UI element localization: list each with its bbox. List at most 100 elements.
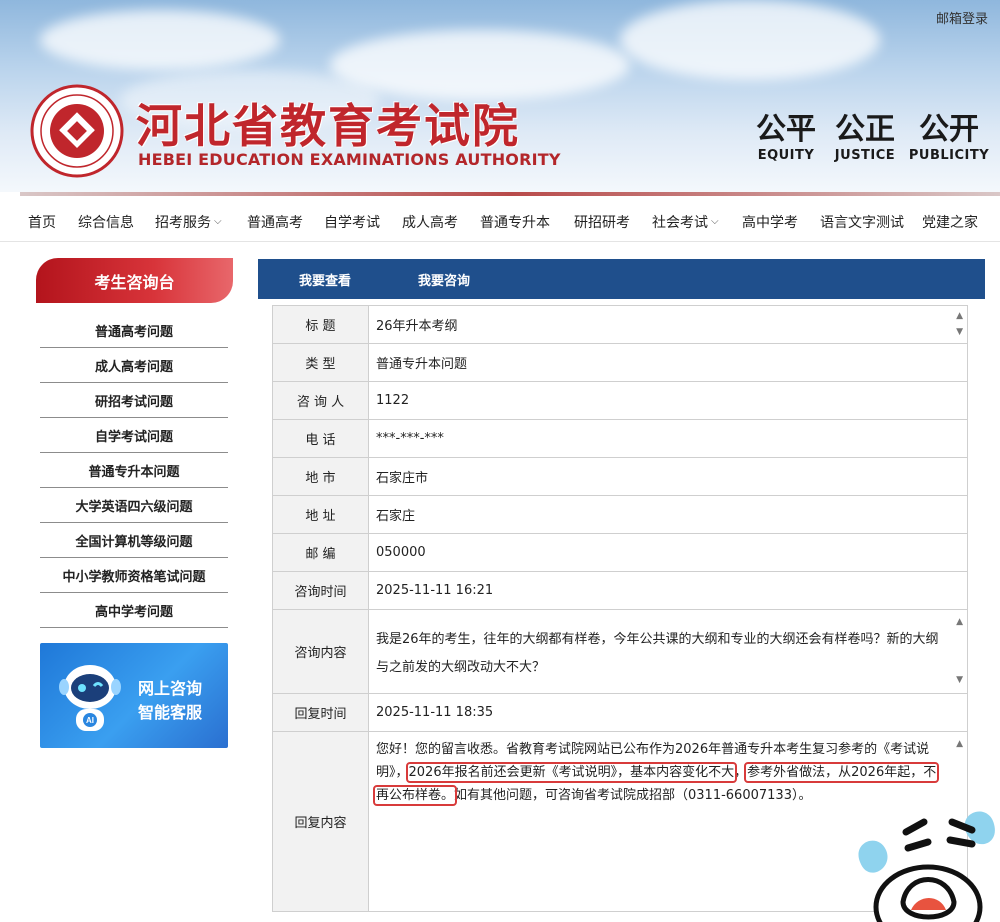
cloud-decoration	[620, 0, 880, 80]
label-inquirer: 咨 询 人	[272, 381, 369, 420]
label-reply-content: 回复内容	[272, 731, 369, 912]
value-inquiry-time: 2025-11-11 16:21	[368, 571, 968, 610]
consult-tab-bar: 我要查看 我要咨询	[258, 259, 985, 299]
crying-face-sticker-icon	[858, 811, 995, 922]
scroll-down-icon[interactable]: ▼	[956, 328, 963, 337]
site-header: 邮箱登录 河北省教育考试院 HEBEI EDUCATION EXAMINATIO…	[0, 0, 1000, 192]
motto-en: EQUITY	[757, 148, 815, 163]
robot-badge-text: AI	[86, 716, 94, 725]
row-phone: 电 话 ***-***-***	[272, 419, 968, 458]
motto-cn: 公平	[756, 112, 816, 147]
row-inquirer: 咨 询 人 1122	[272, 381, 968, 420]
robot-icon: AI	[59, 665, 121, 731]
sidebar-item-gaokao[interactable]: 普通高考问题	[40, 313, 228, 348]
title-text: 26年升本考纲	[376, 319, 458, 334]
row-type: 类 型 普通专升本问题	[272, 343, 968, 382]
sidebar-title: 考生咨询台	[36, 258, 233, 303]
label-inquiry-content: 咨询内容	[272, 609, 369, 694]
nav-item-social-exam[interactable]: 社会考试 ⌵	[652, 212, 719, 232]
chevron-down-icon: ⌵	[711, 216, 719, 227]
value-postcode: 050000	[368, 533, 968, 572]
scroll-down-icon[interactable]: ▼	[956, 676, 963, 685]
sidebar-item-cet[interactable]: 大学英语四六级问题	[40, 488, 228, 523]
nav-item-home[interactable]: 首页	[28, 212, 56, 232]
nav-label: 自学考试	[324, 214, 380, 231]
nav-item-party-building[interactable]: 党建之家	[922, 212, 978, 232]
reply-separator: ，	[734, 765, 748, 780]
sidebar-item-high-school-exam[interactable]: 高中学考问题	[40, 593, 228, 628]
motto-en: PUBLICITY	[908, 148, 990, 163]
motto-publicity: 公开 PUBLICITY	[908, 112, 990, 163]
authority-logo-icon	[30, 84, 124, 178]
value-title: 26年升本考纲 ▲ ▼	[368, 305, 968, 344]
row-inquiry-content: 咨询内容 我是26年的考生，往年的大纲都有样卷，今年公共课的大纲和专业的大纲还会…	[272, 609, 968, 694]
scroll-up-icon[interactable]: ▲	[956, 740, 963, 749]
nav-item-general-info[interactable]: 综合信息	[78, 212, 134, 232]
scroll-up-icon[interactable]: ▲	[956, 618, 963, 627]
value-type: 普通专升本问题	[368, 343, 968, 382]
row-inquiry-time: 咨询时间 2025-11-11 16:21	[272, 571, 968, 610]
value-inquiry-content: 我是26年的考生，往年的大纲都有样卷，今年公共课的大纲和专业的大纲还会有样卷吗？…	[368, 609, 968, 694]
nav-item-upgrade-bachelor[interactable]: 普通专升本	[480, 212, 550, 232]
main-nav: 首页 综合信息 招考服务 ⌵ 普通高考 自学考试 成人高考 普通专升本 研招研考 …	[0, 202, 1000, 242]
nav-item-self-study[interactable]: 自学考试	[324, 212, 380, 232]
label-postcode: 邮 编	[272, 533, 369, 572]
site-name-english: HEBEI EDUCATION EXAMINATIONS AUTHORITY	[138, 150, 561, 169]
banner-title: 网上咨询	[138, 679, 203, 698]
value-address: 石家庄	[368, 495, 968, 534]
value-city: 石家庄市	[368, 457, 968, 496]
nav-label: 语言文字测试	[820, 214, 904, 231]
nav-item-admission-services[interactable]: 招考服务 ⌵	[155, 212, 222, 232]
label-phone: 电 话	[272, 419, 369, 458]
label-type: 类 型	[272, 343, 369, 382]
online-consult-banner[interactable]: AI 网上咨询 智能客服	[40, 643, 228, 748]
nav-label: 招考服务	[155, 214, 211, 231]
sidebar-item-graduate-exam[interactable]: 研招考试问题	[40, 383, 228, 418]
label-address: 地 址	[272, 495, 369, 534]
tab-view-inquiries[interactable]: 我要查看	[299, 270, 351, 289]
nav-label: 党建之家	[922, 214, 978, 231]
mailbox-login-link[interactable]: 邮箱登录	[936, 8, 988, 27]
label-reply-time: 回复时间	[272, 693, 369, 732]
motto-cn: 公开	[919, 112, 979, 147]
sidebar-item-ncre[interactable]: 全国计算机等级问题	[40, 523, 228, 558]
motto-en: JUSTICE	[834, 148, 896, 163]
label-city: 地 市	[272, 457, 369, 496]
nav-label: 普通专升本	[480, 214, 550, 231]
banner-subtitle: 智能客服	[138, 703, 203, 722]
nav-item-graduate-exam[interactable]: 研招研考	[574, 212, 630, 232]
cloud-decoration	[40, 10, 280, 70]
inquiry-content-text: 我是26年的考生，往年的大纲都有样卷，今年公共课的大纲和专业的大纲还会有样卷吗？…	[376, 631, 939, 675]
reply-highlight-1: 2026年报名前还会更新《考试说明》，基本内容变化不大	[405, 762, 738, 783]
row-reply-time: 回复时间 2025-11-11 18:35	[272, 693, 968, 732]
row-title: 标 题 26年升本考纲 ▲ ▼	[272, 305, 968, 344]
nav-item-adult-exam[interactable]: 成人高考	[402, 212, 458, 232]
sidebar-menu: 普通高考问题 成人高考问题 研招考试问题 自学考试问题 普通专升本问题 大学英语…	[40, 313, 228, 628]
row-address: 地 址 石家庄	[272, 495, 968, 534]
nav-item-language-test[interactable]: 语言文字测试	[820, 212, 904, 232]
nav-item-gaokao[interactable]: 普通高考	[247, 212, 303, 232]
nav-label: 高中学考	[742, 214, 798, 231]
nav-item-high-school-exam[interactable]: 高中学考	[742, 212, 798, 232]
row-city: 地 市 石家庄市	[272, 457, 968, 496]
motto-equity: 公平 EQUITY	[750, 112, 822, 163]
value-inquirer: 1122	[368, 381, 968, 420]
sidebar-item-adult-exam[interactable]: 成人高考问题	[40, 348, 228, 383]
motto-justice: 公正 JUSTICE	[832, 112, 898, 163]
nav-label: 普通高考	[247, 214, 303, 231]
sidebar-item-teacher-cert[interactable]: 中小学教师资格笔试问题	[40, 558, 228, 593]
sidebar-item-upgrade-bachelor[interactable]: 普通专升本问题	[40, 453, 228, 488]
sidebar-item-self-study[interactable]: 自学考试问题	[40, 418, 228, 453]
value-reply-time: 2025-11-11 18:35	[368, 693, 968, 732]
nav-label: 社会考试	[652, 214, 708, 231]
label-title: 标 题	[272, 305, 369, 344]
scroll-up-icon[interactable]: ▲	[956, 312, 963, 321]
row-postcode: 邮 编 050000	[272, 533, 968, 572]
nav-label: 综合信息	[78, 214, 134, 231]
nav-label: 成人高考	[402, 214, 458, 231]
label-inquiry-time: 咨询时间	[272, 571, 369, 610]
header-divider	[20, 192, 1000, 196]
reply-part-2: 如有其他问题，可咨询省考试院成招部（0311-66007133）。	[454, 788, 812, 803]
nav-label: 研招研考	[574, 214, 630, 231]
tab-submit-inquiry[interactable]: 我要咨询	[418, 270, 470, 289]
